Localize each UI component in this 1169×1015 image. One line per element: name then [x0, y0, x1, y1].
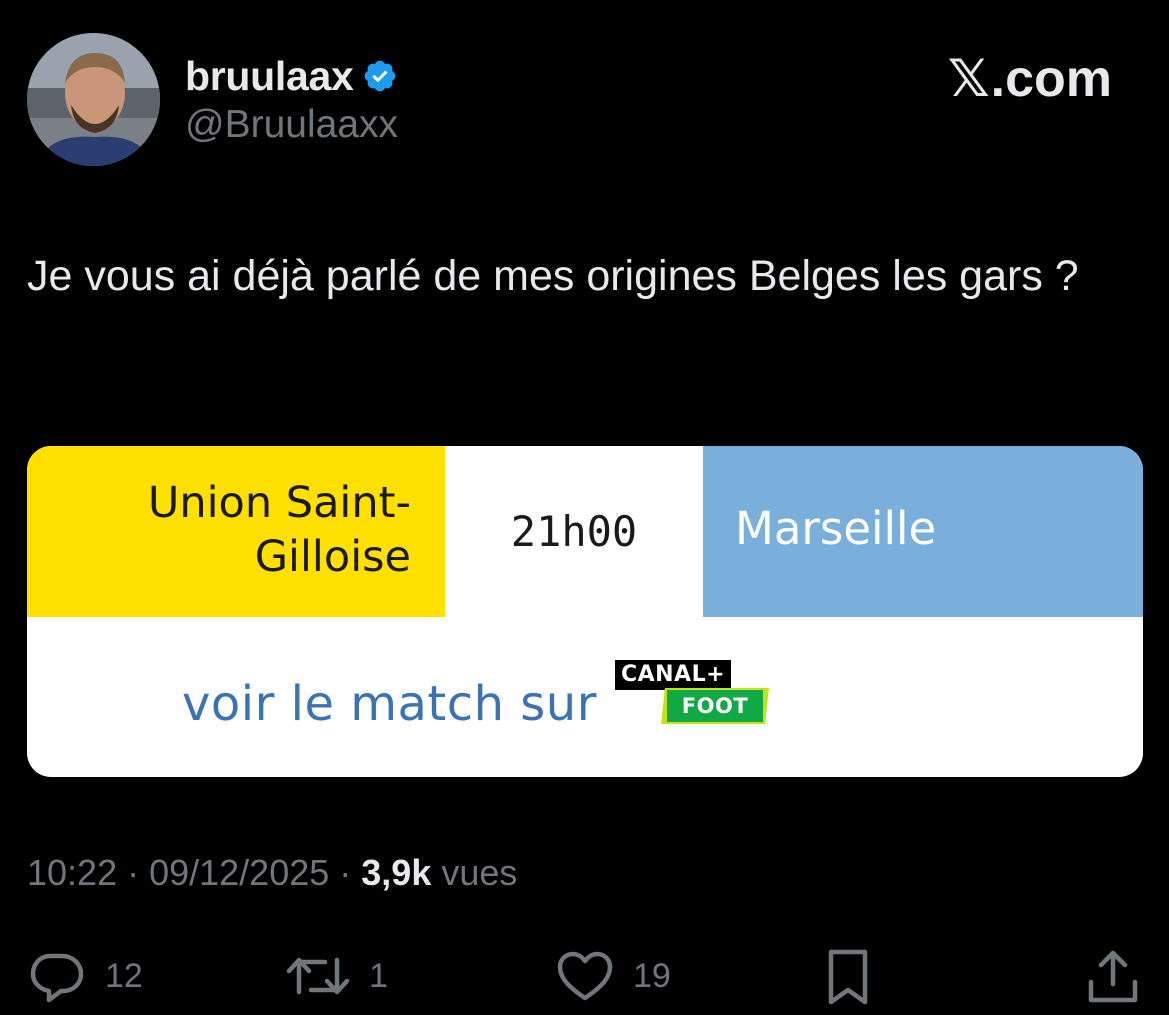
bookmark-button[interactable]: [823, 948, 873, 1006]
meta-separator: ·: [339, 852, 352, 893]
tweet-text: Je vous ai déjà parlé de mes origines Be…: [27, 252, 1079, 300]
repost-count: 1: [369, 956, 388, 995]
tweet-time[interactable]: 10:22: [27, 852, 117, 894]
tweet-date[interactable]: 09/12/2025: [149, 852, 329, 894]
views-count: 3,9k: [361, 852, 432, 893]
canal-plus-wordmark: CANAL+: [614, 660, 732, 690]
reply-icon: [27, 948, 87, 1004]
author-block: bruulaax @Bruulaaxx: [185, 51, 398, 147]
heart-icon: [555, 948, 615, 1004]
watch-label: voir le match sur: [182, 676, 597, 732]
brand-logo: 𝕏 .com: [948, 49, 1112, 109]
repost-icon: [285, 948, 351, 1004]
bookmark-icon: [823, 948, 873, 1006]
reply-count: 12: [105, 956, 143, 995]
broadcast-row: voir le match sur CANAL+ FOOT: [182, 660, 775, 740]
canal-plus-foot-logo: CANAL+ FOOT: [614, 660, 775, 732]
repost-button[interactable]: 1: [285, 948, 388, 1004]
home-team-name: Union Saint-Gilloise: [147, 478, 411, 582]
x-logo-icon: 𝕏: [947, 49, 990, 109]
display-name[interactable]: bruulaax: [185, 53, 354, 100]
tweet-meta: 10:22 · 09/12/2025 · 3,9k vues: [27, 852, 517, 894]
meta-separator: ·: [127, 852, 140, 893]
share-icon: [1085, 948, 1141, 1006]
home-team-panel: Union Saint-Gilloise: [27, 446, 445, 617]
away-team-panel: Marseille: [703, 446, 1143, 617]
verified-badge-icon: [362, 58, 398, 94]
like-button[interactable]: 19: [555, 948, 671, 1004]
reply-button[interactable]: 12: [27, 948, 143, 1004]
brand-label: .com: [990, 50, 1112, 108]
views-label: vues: [441, 852, 518, 893]
action-bar: 12 1 19: [27, 948, 1142, 1008]
share-button[interactable]: [1085, 948, 1141, 1006]
tweet-header: bruulaax @Bruulaaxx 𝕏 .com: [27, 33, 1142, 168]
kickoff-time: 21h00: [510, 507, 638, 556]
display-name-row: bruulaax: [185, 51, 398, 101]
avatar[interactable]: [27, 33, 160, 166]
away-team-name: Marseille: [735, 502, 937, 555]
foot-wordmark: FOOT: [666, 690, 763, 722]
match-card-image[interactable]: Union Saint-Gilloise 21h00 Marseille voi…: [27, 446, 1143, 777]
author-handle[interactable]: @Bruulaaxx: [185, 103, 398, 147]
like-count: 19: [633, 956, 671, 995]
